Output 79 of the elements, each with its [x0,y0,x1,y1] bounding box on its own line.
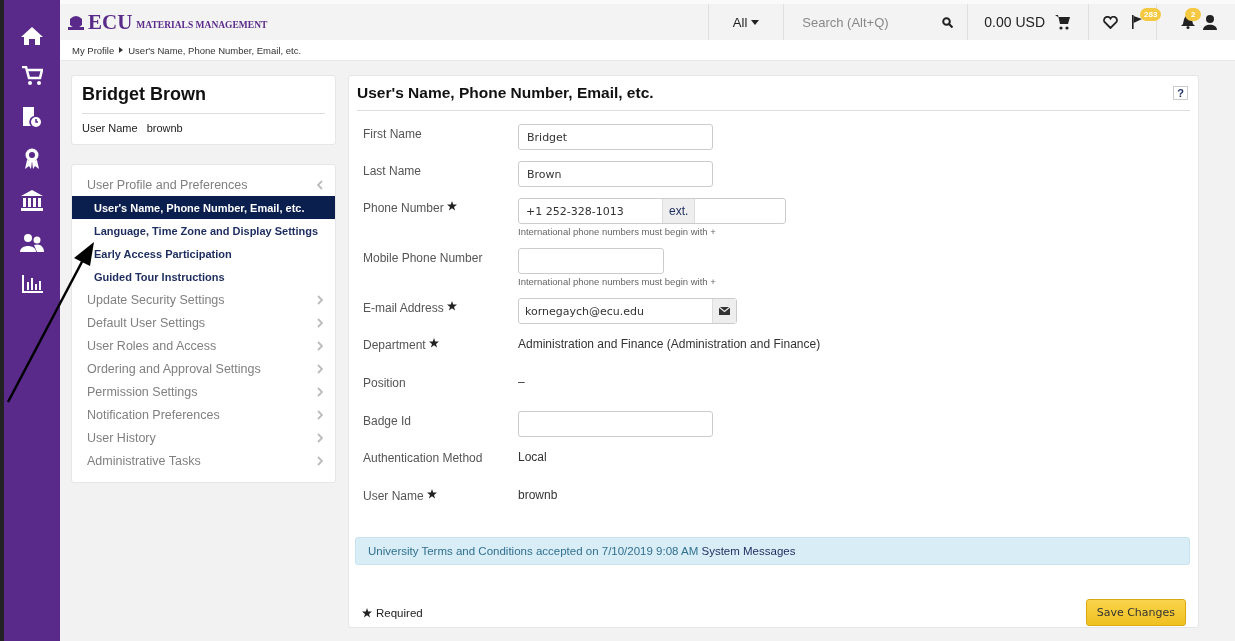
home-icon[interactable] [21,26,43,46]
chevron-right-icon [317,340,323,351]
cart-icon[interactable] [1055,14,1070,30]
field-value: Local [518,450,547,464]
legend-text: Required [376,606,423,619]
cart-icon[interactable] [21,66,43,86]
hint-text: International phone numbers must begin with + [518,276,717,287]
field-label: Position [363,376,406,390]
menu-section[interactable]: Administrative Tasks [72,449,335,472]
menu-item[interactable]: Early Access Participation [72,242,335,265]
scope-dropdown[interactable]: All [732,14,760,30]
flag-icon[interactable] [1132,15,1142,29]
field-label: Last Name [363,164,422,178]
logo-text: ECU [88,9,133,35]
menu-section[interactable]: Ordering and Approval Settings [72,357,335,380]
system-messages-link[interactable]: System Messages [701,545,796,557]
people-icon[interactable] [20,232,44,254]
field-value: Administration and Finance (Administration and Finance) [518,337,821,351]
cart-total[interactable]: 0.00 USD [984,14,1045,30]
logo-subtitle: MATERIALS MANAGEMENT [136,19,268,30]
field-value: brownb [518,488,558,502]
save-button[interactable]: Save Changes [1085,599,1186,626]
field-label: Badge Id [363,414,412,428]
crest-icon [68,13,84,31]
chevron-right-icon [317,432,323,443]
heart-icon[interactable] [1103,15,1118,29]
notice-text: University Terms and Conditions accepted on 7/10/2019 9:08 AM System Messages [368,545,796,557]
hint-text: International phone numbers must begin with + [518,226,717,237]
phone-field[interactable]: +1 252-328-1013 ext. [518,198,786,224]
field-label: E-mail Address [363,301,444,315]
field-label: Authentication Method [363,451,483,465]
breadcrumb-item[interactable]: My Profile [72,44,115,56]
chevron-right-icon [317,317,323,328]
field-value: – [518,375,525,389]
field-label: User Name [363,489,424,503]
profile-name: Bridget Brown [82,84,325,114]
field-label: Phone Number [363,201,444,215]
input-field[interactable]: Bridget [518,124,713,150]
breadcrumb-item: User's Name, Phone Number, Email, etc. [128,44,302,56]
field-label: Mobile Phone Number [363,251,483,265]
input-field[interactable]: Brown [518,161,713,187]
notification-badge: 2 [1185,8,1202,21]
search-icon[interactable] [942,16,954,28]
help-button[interactable]: ? [1173,86,1188,100]
menu-section[interactable]: Notification Preferences [72,403,335,426]
chevron-left-icon [317,179,323,190]
menu-section[interactable]: Default User Settings [72,311,335,334]
menu-section[interactable]: User Roles and Access [72,334,335,357]
menu-item[interactable]: Guided Tour Instructions [72,265,335,288]
ext-label: ext. [662,199,696,223]
bar-chart-icon[interactable] [21,274,43,294]
document-clock-icon[interactable] [22,106,42,128]
award-icon[interactable] [23,148,41,170]
chevron-right-icon [317,409,323,420]
email-field[interactable]: kornegaych@ecu.edu [518,298,737,324]
field-label: User Name [82,122,138,134]
bank-icon[interactable] [21,190,43,212]
menu-section[interactable]: User History [72,426,335,449]
caret-right-icon [119,47,124,53]
menu-item[interactable]: User's Name, Phone Number, Email, etc. [72,196,335,219]
menu-section[interactable]: User Profile and Preferences [72,173,335,196]
notification-badge: 283 [1140,8,1162,21]
caret-icon [751,19,760,25]
menu-section[interactable]: Permission Settings [72,380,335,403]
field-label: Department [363,338,426,352]
chevron-right-icon [317,363,323,374]
chevron-right-icon [317,386,323,397]
envelope-icon[interactable] [719,307,730,315]
input-field[interactable] [518,411,713,437]
chevron-right-icon [317,294,323,305]
chevron-right-icon [317,455,323,466]
input-field[interactable] [518,248,664,274]
required-star-icon [362,607,372,618]
form-title: User's Name, Phone Number, Email, etc. [357,84,654,102]
user-icon[interactable] [1203,14,1217,30]
menu-item[interactable]: Language, Time Zone and Display Settings [72,219,335,242]
field-value: brownb [146,122,183,134]
field-label: First Name [363,127,422,141]
menu-section[interactable]: Update Security Settings [72,288,335,311]
